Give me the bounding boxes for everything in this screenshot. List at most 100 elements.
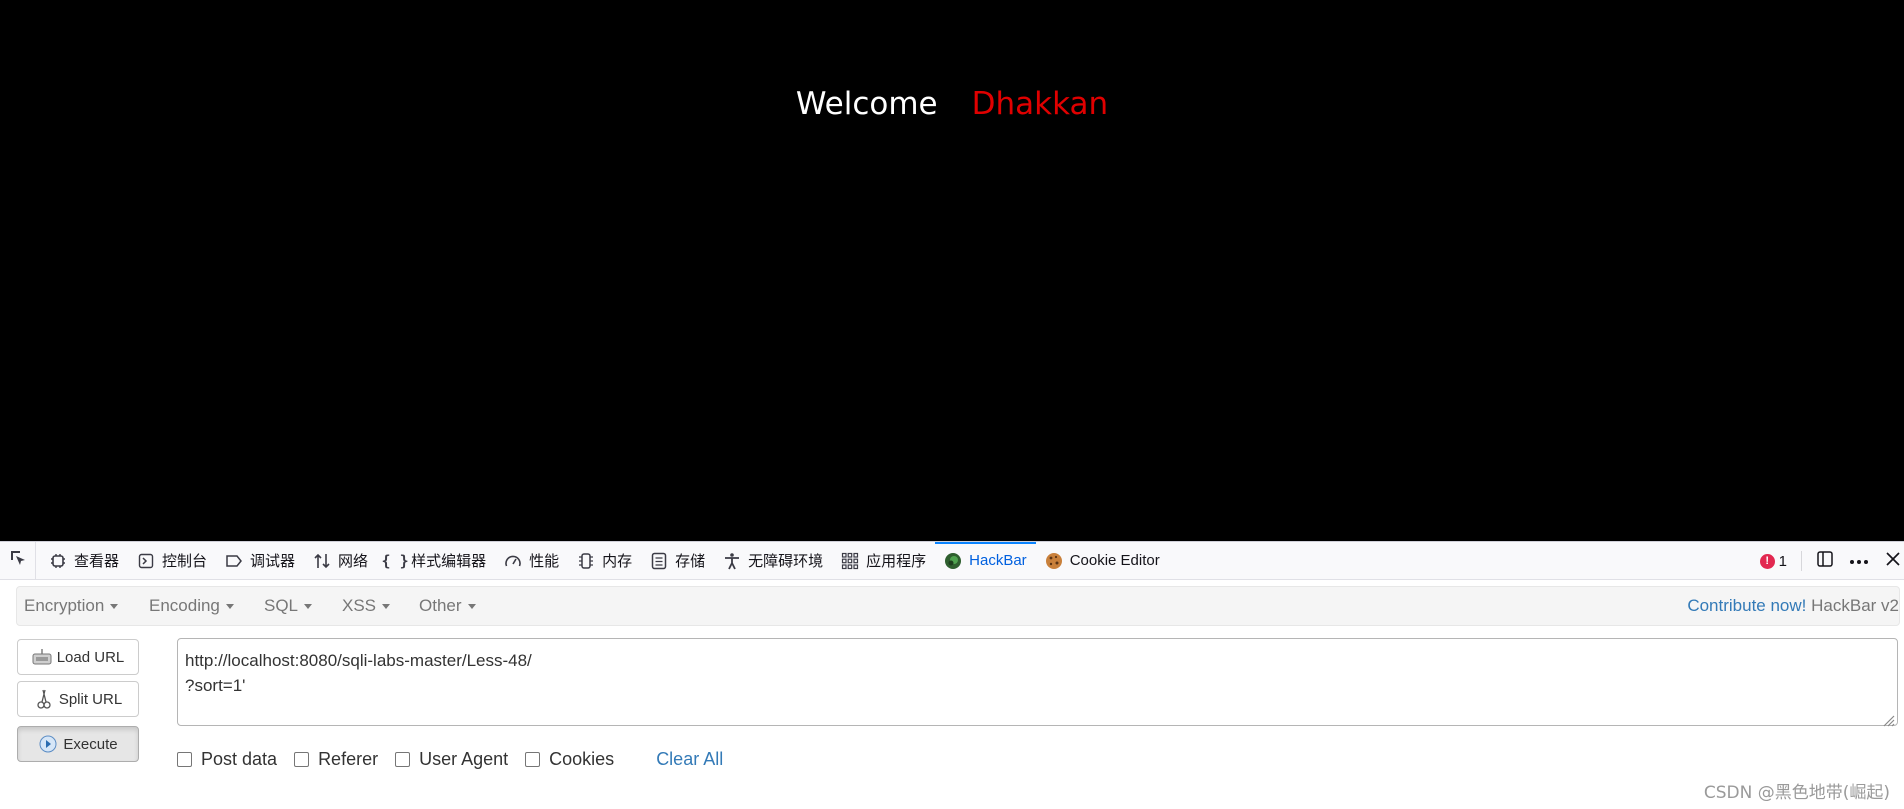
tab-label: 调试器 (250, 553, 296, 570)
tab-inspector[interactable]: 查看器 (40, 542, 128, 580)
tab-label: 查看器 (74, 553, 120, 570)
dock-side-icon (1816, 550, 1834, 573)
tab-style-editor[interactable]: { } 样式编辑器 (377, 542, 495, 580)
button-label: Load URL (56, 648, 125, 666)
url-textarea[interactable]: http://localhost:8080/sqli-labs-master/L… (177, 638, 1898, 727)
xss-menu[interactable]: XSS (342, 587, 391, 625)
load-url-icon (32, 647, 52, 667)
tab-label: 内存 (602, 553, 633, 570)
toolbar-divider (1801, 551, 1802, 571)
contribute-link[interactable]: Contribute now! (1687, 596, 1806, 615)
memory-icon (577, 552, 595, 570)
tab-application[interactable]: 应用程序 (832, 542, 935, 580)
tab-label: 存储 (675, 553, 706, 570)
play-icon (38, 734, 58, 754)
button-label: Split URL (58, 690, 123, 708)
tab-console[interactable]: 控制台 (128, 542, 216, 580)
option-label: Cookies (549, 748, 615, 769)
user-agent-option[interactable]: User Agent (395, 749, 508, 770)
ellipsis-icon (1849, 552, 1869, 570)
style-editor-icon: { } (381, 551, 409, 570)
referer-option[interactable]: Referer (294, 749, 378, 770)
error-icon: ! (1759, 553, 1775, 569)
menu-label: Encryption (24, 596, 105, 615)
tab-hackbar[interactable]: HackBar (935, 541, 1036, 580)
devtools-right-controls: ! 1 (1759, 542, 1904, 580)
cookie-icon (1045, 552, 1063, 570)
pick-element-icon (9, 549, 27, 572)
debugger-icon (225, 552, 243, 570)
url-line: http://localhost:8080/sqli-labs-master/L… (185, 651, 532, 670)
resize-handle-icon[interactable] (1881, 709, 1895, 727)
caret-down-icon (225, 604, 234, 610)
tab-network[interactable]: 网络 (304, 542, 377, 580)
inspector-icon (49, 552, 67, 570)
split-url-button[interactable]: Split URL (17, 681, 139, 717)
watermark-text: CSDN @黑色地带(崛起) (1703, 783, 1890, 803)
option-label: Referer (318, 748, 379, 769)
tab-label: 样式编辑器 (411, 553, 487, 570)
post-data-checkbox[interactable] (177, 751, 192, 767)
tab-label: HackBar (969, 552, 1027, 569)
tab-label: 控制台 (162, 553, 208, 570)
storage-icon (650, 552, 668, 570)
caret-down-icon (467, 604, 476, 610)
contribute-section: Contribute now! HackBar v2 (1687, 587, 1899, 625)
username-text: Dhakkan (971, 86, 1109, 122)
devtools-panel: 查看器 控制台 调试器 网络 { } 样式编辑器 性能 内存 存储 无障碍环境 … (0, 541, 1904, 809)
error-count-badge[interactable]: ! 1 (1759, 553, 1787, 570)
scissors-icon (34, 689, 54, 709)
caret-down-icon (304, 604, 313, 610)
welcome-text: Welcome (795, 86, 938, 122)
tab-label: Cookie Editor (1069, 552, 1160, 569)
menu-label: Encoding (149, 596, 220, 615)
tab-label: 无障碍环境 (748, 553, 824, 570)
encoding-menu[interactable]: Encoding (149, 587, 234, 625)
console-icon (137, 552, 155, 570)
menu-label: SQL (264, 596, 299, 615)
caret-down-icon (110, 604, 119, 610)
cookies-option[interactable]: Cookies (525, 749, 614, 770)
request-options: Post data Referer User Agent Cookies Cle… (177, 745, 723, 773)
load-url-button[interactable]: Load URL (17, 639, 139, 675)
devtools-toolbar: 查看器 控制台 调试器 网络 { } 样式编辑器 性能 内存 存储 无障碍环境 … (0, 541, 1904, 580)
tab-memory[interactable]: 内存 (568, 542, 641, 580)
welcome-heading: Welcome Dhakkan (0, 86, 1904, 122)
caret-down-icon (382, 604, 391, 610)
tab-performance[interactable]: 性能 (495, 542, 568, 580)
page-viewport: Welcome Dhakkan (0, 0, 1904, 541)
tab-storage[interactable]: 存储 (641, 542, 714, 580)
close-icon (1886, 551, 1900, 571)
application-icon (841, 552, 859, 570)
tab-label: 网络 (338, 553, 369, 570)
post-data-option[interactable]: Post data (177, 749, 277, 770)
encryption-menu[interactable]: Encryption (24, 587, 119, 625)
more-options-button[interactable] (1848, 550, 1870, 572)
cookies-checkbox[interactable] (525, 751, 541, 767)
option-label: Post data (201, 748, 278, 769)
tab-accessibility[interactable]: 无障碍环境 (714, 542, 832, 580)
accessibility-icon (723, 552, 741, 570)
clear-all-link[interactable]: Clear All (656, 749, 723, 770)
tab-debugger[interactable]: 调试器 (216, 542, 304, 580)
performance-icon (504, 552, 522, 570)
option-label: User Agent (419, 748, 509, 769)
sql-menu[interactable]: SQL (264, 587, 313, 625)
close-devtools-button[interactable] (1882, 550, 1904, 572)
url-line: ?sort=1' (185, 676, 246, 695)
tab-label: 性能 (529, 553, 560, 570)
button-label: Execute (63, 735, 118, 753)
menu-label: XSS (342, 596, 377, 615)
tab-cookie-editor[interactable]: Cookie Editor (1036, 542, 1169, 580)
element-picker-button[interactable] (0, 541, 36, 580)
hackbar-menubar: Encryption Encoding SQL XSS Other Contri… (16, 586, 1900, 626)
referer-checkbox[interactable] (294, 751, 310, 767)
tab-label: 应用程序 (866, 553, 927, 570)
dock-toggle-button[interactable] (1814, 550, 1836, 572)
other-menu[interactable]: Other (419, 587, 476, 625)
user-agent-checkbox[interactable] (395, 751, 411, 767)
network-icon (313, 552, 331, 570)
menu-label: Other (419, 596, 462, 615)
execute-button[interactable]: Execute (17, 726, 139, 762)
hackbar-icon (944, 552, 962, 570)
